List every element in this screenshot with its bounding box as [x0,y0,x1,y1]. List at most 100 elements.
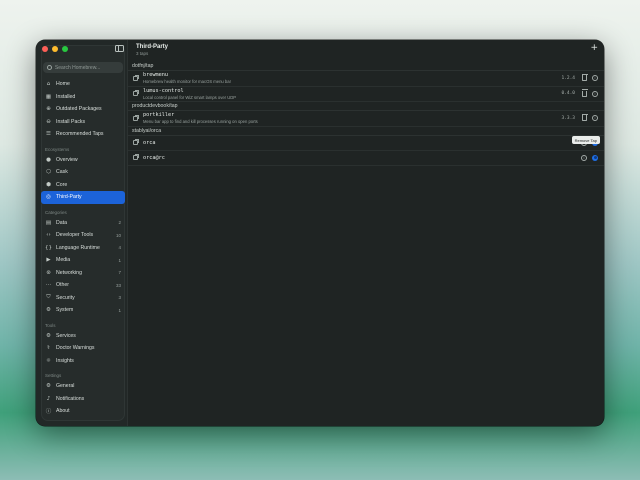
table-row[interactable]: lumus-control Local control panel for Wi… [128,87,604,102]
remove-tap-icon[interactable] [592,154,598,161]
table-row[interactable]: orca@rc i [128,151,604,166]
package-name: lumus-control [143,87,184,94]
count-badge: 4 [118,245,121,251]
section-categories: Categories [45,209,67,215]
info-icon[interactable]: i [592,115,598,122]
header: Third-Party 3 taps + [128,40,604,62]
trash-icon[interactable] [581,113,588,122]
sidebar-item-security[interactable]: ⛉ Security 3 [41,292,125,305]
page-title: Third-Party [136,44,169,50]
table-row[interactable]: brewmenu Homebrew health monitor for mac… [128,71,604,87]
package-description: Menu bar app to find and kill processes … [143,119,258,125]
package-description: Local control panel for WiZ smart lamps … [143,94,237,100]
sidebar-item-install-packs[interactable]: ⊖ Install Packs [41,116,125,129]
info-icon[interactable]: i [592,75,598,82]
sidebar-item-cask[interactable]: ⬡ Cask [41,166,125,179]
package-name: portkiller [143,112,175,119]
lightbulb-icon: ☼ [46,357,51,364]
sidebar-item-overview[interactable]: ● Overview [41,154,125,167]
remove-tap-tooltip: Remove Tap [571,136,600,144]
tap-group-header: productdevbook/tap [128,102,604,111]
sidebar-item-general[interactable]: ⚙ General [41,380,125,393]
database-icon: ▤ [45,219,52,226]
open-external-icon[interactable] [133,90,139,97]
info-icon[interactable]: i [581,154,587,161]
sidebar-item-notifications[interactable]: ♪ Notifications [41,393,125,406]
minimize-window-button[interactable] [52,46,58,52]
sidebar-item-doctor-warnings[interactable]: ⚕ Doctor Warnings [41,342,125,355]
sidebar-item-insights[interactable]: ☼ Insights [41,355,125,368]
stethoscope-icon: ⚕ [47,345,50,352]
ellipsis-icon: ··· [45,282,52,289]
play-icon: ▶ [46,257,51,264]
count-badge: 10 [115,232,121,238]
sidebar-item-installed[interactable]: ▦ Installed [41,91,125,104]
open-external-icon[interactable] [133,74,139,81]
cube-icon: ⬢ [46,181,51,188]
sidebar: ⌂ Home ▦ Installed ⊕ Outdated Packages ⊖… [36,40,128,426]
arrow-up-circle-icon: ⊕ [46,106,51,113]
zoom-window-button[interactable] [62,46,68,52]
grid-icon: ▦ [45,93,52,100]
section-ecosystems: Ecosystems [45,146,70,152]
package-name: brewmenu [143,72,168,79]
open-external-icon[interactable] [133,114,139,121]
circle-icon: ● [46,156,51,163]
package-version: 3.3.3 [561,115,575,121]
sidebar-item-outdated[interactable]: ⊕ Outdated Packages [41,103,125,116]
package-description: Homebrew health monitor for macOS menu b… [143,79,231,85]
sidebar-item-language-runtime[interactable]: {} Language Runtime 4 [41,242,125,255]
sidebar-toggle-icon[interactable] [115,45,124,52]
bell-icon: ♪ [46,395,51,402]
search-icon [47,65,52,70]
count-badge: 33 [115,282,121,288]
table-row[interactable]: orca i [128,136,604,151]
trash-icon[interactable] [581,73,588,82]
list-icon: ☰ [46,131,51,138]
info-icon[interactable]: i [592,90,598,97]
count-badge: 2 [118,220,121,226]
sidebar-item-data[interactable]: ▤ Data 2 [41,217,125,230]
braces-icon: {} [45,244,52,251]
sidebar-item-networking[interactable]: ⊛ Networking 7 [41,267,125,280]
sidebar-item-media[interactable]: ▶ Media 1 [41,254,125,267]
count-badge: 3 [118,295,121,301]
open-external-icon[interactable] [133,154,139,160]
services-icon: ⚙ [46,332,51,339]
sidebar-item-developer-tools[interactable]: ‹› Developer Tools 10 [41,229,125,242]
sidebar-item-home[interactable]: ⌂ Home [41,78,125,91]
sidebar-item-recommended-taps[interactable]: ☰ Recommended Taps [41,128,125,141]
download-icon: ⊖ [46,118,51,125]
code-icon: ‹› [46,232,51,239]
search-box[interactable] [43,62,123,73]
sidebar-item-services[interactable]: ⚙ Services [41,330,125,343]
house-icon: ⌂ [46,81,51,88]
add-tap-button[interactable]: + [590,43,598,53]
package-name: orca [143,139,156,146]
box-icon: ⬡ [46,169,51,176]
sidebar-item-third-party[interactable]: ◎ Third-Party [41,191,125,204]
trash-icon[interactable] [581,89,588,97]
package-name: orca@rc [143,154,165,161]
search-input[interactable] [54,64,123,71]
sidebar-item-core[interactable]: ⬢ Core [41,179,125,192]
package-version: 1.2.4 [561,75,575,81]
sidebar-item-system[interactable]: ⚙ System 1 [41,304,125,317]
shield-icon: ⛉ [46,294,51,301]
open-external-icon[interactable] [133,139,139,145]
count-badge: 1 [118,257,121,263]
page-subtitle: 3 taps [136,51,149,56]
sidebar-item-other[interactable]: ··· Other 33 [41,279,125,292]
globe-icon: ◎ [46,194,51,201]
main-content: Third-Party 3 taps + dotfnj/tap brewmenu… [128,40,604,426]
sidebar-item-about[interactable]: ⓘ About [41,405,125,418]
count-badge: 1 [118,307,121,313]
gears-icon: ⚙ [46,307,51,314]
network-icon: ⊛ [46,269,51,276]
section-tools: Tools [45,322,56,328]
gear-icon: ⚙ [46,383,51,390]
table-row[interactable]: portkiller Menu bar app to find and kill… [128,111,604,127]
count-badge: 7 [118,270,121,276]
close-window-button[interactable] [42,46,48,52]
section-settings: Settings [45,373,62,378]
